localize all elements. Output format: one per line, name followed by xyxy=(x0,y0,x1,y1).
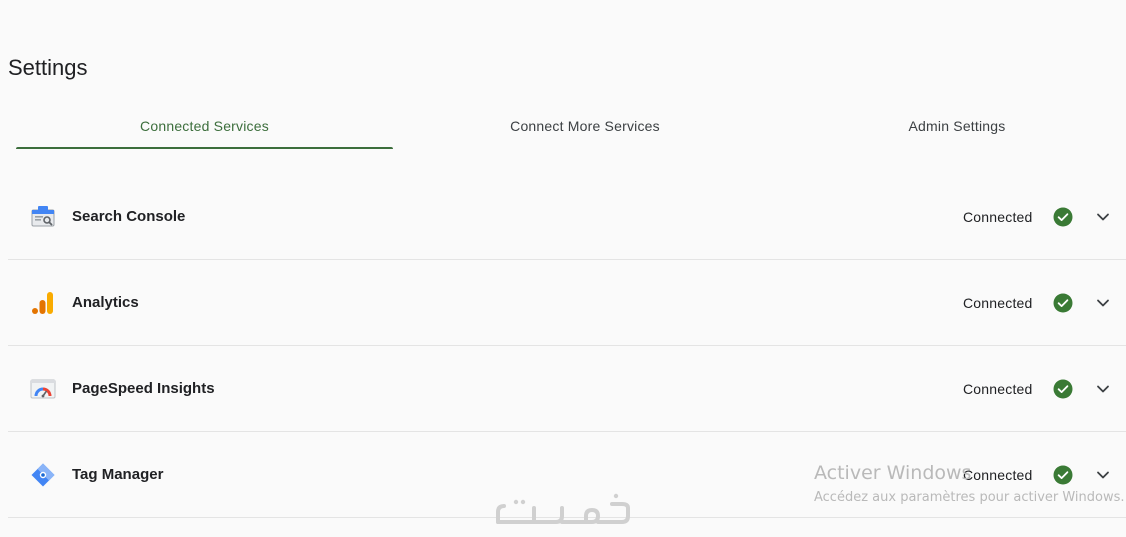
service-name: Search Console xyxy=(72,208,186,225)
analytics-icon xyxy=(30,290,56,316)
status-text: Connected xyxy=(963,208,1033,225)
tab-connect-more-services[interactable]: Connect More Services xyxy=(400,108,770,150)
settings-tabs: Connected Services Connect More Services… xyxy=(8,108,1126,150)
check-circle-icon xyxy=(1053,207,1073,226)
chevron-down-icon[interactable] xyxy=(1095,295,1111,311)
check-circle-icon xyxy=(1053,293,1073,312)
service-name: Analytics xyxy=(72,294,139,311)
connected-services-list: Search Console Connected Analytics Conne… xyxy=(8,174,1126,518)
chevron-down-icon[interactable] xyxy=(1095,467,1111,483)
service-row-tag-manager[interactable]: Tag Manager Connected xyxy=(8,432,1126,518)
check-circle-icon xyxy=(1053,379,1073,398)
service-row-search-console[interactable]: Search Console Connected xyxy=(8,174,1126,260)
chevron-down-icon[interactable] xyxy=(1095,381,1111,397)
status-text: Connected xyxy=(963,466,1033,483)
page-title: Settings xyxy=(8,55,88,80)
status-text: Connected xyxy=(963,294,1033,311)
chevron-down-icon[interactable] xyxy=(1095,209,1111,225)
tab-admin-settings[interactable]: Admin Settings xyxy=(778,108,1126,150)
service-name: PageSpeed Insights xyxy=(72,380,215,397)
pagespeed-icon xyxy=(30,376,56,402)
tag-manager-icon xyxy=(30,462,56,488)
service-row-pagespeed-insights[interactable]: PageSpeed Insights Connected xyxy=(8,346,1126,432)
settings-page: Settings Connected Services Connect More… xyxy=(0,0,1126,537)
status-text: Connected xyxy=(963,380,1033,397)
search-console-icon xyxy=(30,204,56,230)
tab-connected-services[interactable]: Connected Services xyxy=(16,108,393,150)
active-tab-indicator xyxy=(16,147,393,149)
check-circle-icon xyxy=(1053,465,1073,484)
service-row-analytics[interactable]: Analytics Connected xyxy=(8,260,1126,346)
service-name: Tag Manager xyxy=(72,466,164,483)
